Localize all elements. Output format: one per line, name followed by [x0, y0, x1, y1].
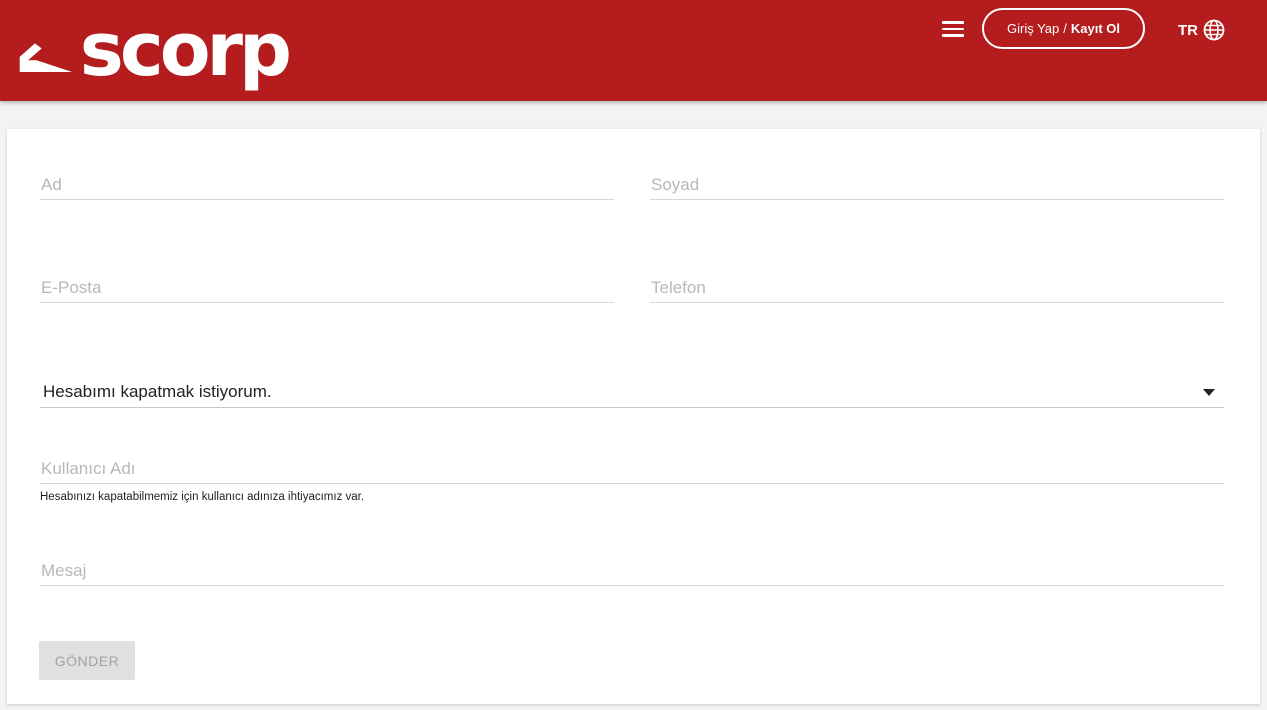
brand-logo[interactable]: scorp — [18, 13, 292, 93]
username-helper-text: Hesabınızı kapatabilmemiz için kullanıcı… — [40, 491, 365, 503]
contact-form-card: Hesabımı kapatmak istiyorum. Hesabınızı … — [7, 129, 1260, 704]
topic-select[interactable]: Hesabımı kapatmak istiyorum. — [40, 374, 1224, 408]
email-field — [40, 269, 614, 303]
site-header: scorp Giriş Yap / Kayıt Ol TR — [0, 0, 1267, 101]
email-input[interactable] — [40, 269, 614, 302]
message-input[interactable] — [40, 552, 1224, 585]
last-name-input[interactable] — [650, 166, 1224, 199]
first-name-field — [40, 166, 614, 200]
topic-selected-value: Hesabımı kapatmak istiyorum. — [43, 382, 272, 401]
chevron-down-icon — [1203, 389, 1215, 396]
globe-icon — [1203, 19, 1225, 41]
username-input[interactable] — [40, 450, 1224, 483]
first-name-input[interactable] — [40, 166, 614, 199]
last-name-field — [650, 166, 1224, 200]
login-label: Giriş Yap — [1006, 21, 1060, 36]
brand-name: scorp — [79, 6, 292, 93]
message-field — [40, 552, 1224, 586]
logo-mark-icon — [19, 42, 73, 72]
language-label: TR — [1178, 21, 1198, 39]
submit-button[interactable]: GÖNDER — [39, 641, 135, 680]
username-field — [40, 450, 1224, 484]
language-selector[interactable]: TR — [1178, 19, 1225, 41]
register-label: Kayıt Ol — [1070, 21, 1120, 36]
menu-icon[interactable] — [942, 21, 964, 39]
login-register-button[interactable]: Giriş Yap / Kayıt Ol — [982, 8, 1145, 49]
phone-input[interactable] — [650, 269, 1224, 302]
phone-field — [650, 269, 1224, 303]
auth-separator: / — [1063, 21, 1067, 36]
